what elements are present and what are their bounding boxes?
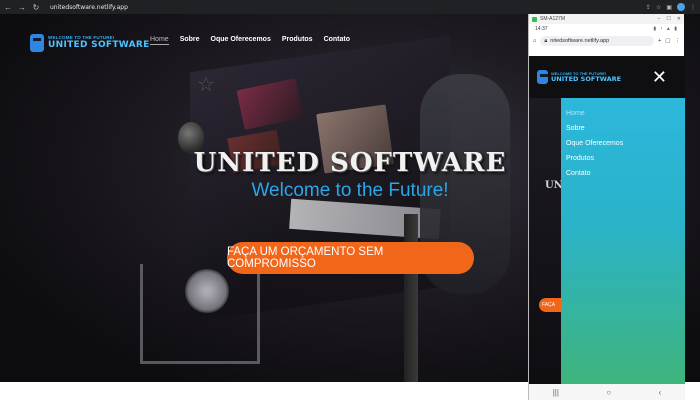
- phone-address-bar[interactable]: 🔒︎ nitedsoftware.netlify.app: [540, 36, 655, 46]
- phone-screen: WELCOME TO THE FUTURE! UNITED SOFTWARE ✕…: [529, 56, 685, 384]
- phone-clock: 14:37: [535, 26, 548, 32]
- extensions-icon[interactable]: ▣: [666, 4, 672, 11]
- mobile-nav-drawer: Home Sobre Oque Oferecemos Produtos Cont…: [561, 98, 685, 384]
- home-button-icon[interactable]: ○: [606, 388, 611, 397]
- back-icon[interactable]: ←: [4, 3, 12, 12]
- phone-tabs-icon[interactable]: ▢: [665, 38, 670, 44]
- mobile-logo-name: UNITED SOFTWARE: [551, 74, 622, 83]
- robot-logo-icon: [537, 70, 548, 84]
- phone-add-tab-icon[interactable]: +: [658, 38, 661, 44]
- back-button-icon[interactable]: ‹: [659, 388, 662, 397]
- android-nav-bar: ||| ○ ‹: [529, 384, 685, 400]
- recents-icon[interactable]: |||: [553, 388, 559, 397]
- drawer-item-home[interactable]: Home: [561, 106, 685, 121]
- phone-emulator-window: SM-A127M – ☐ ✕ 14:37 ▮ ◔ ▲ ▮ ⌂ 🔒︎ niteds…: [528, 14, 685, 400]
- nav-item-oque-oferecemos[interactable]: Oque Oferecemos: [211, 36, 271, 45]
- quote-cta-button[interactable]: FAÇA UM ORÇAMENTO SEM COMPROMISSO: [227, 242, 474, 274]
- maximize-icon[interactable]: ☐: [666, 16, 670, 22]
- star-icon: ☆: [197, 74, 215, 96]
- browser-actions: ⇪ ☆ ▣ ⋮: [646, 3, 696, 11]
- close-window-icon[interactable]: ✕: [677, 16, 681, 22]
- phone-status-bar: 14:37 ▮ ◔ ▲ ▮: [529, 24, 684, 34]
- address-bar[interactable]: unitedsoftware.netlify.app: [50, 4, 128, 11]
- cd-disc-decor: [185, 269, 229, 313]
- browser-toolbar: ← → ↻ unitedsoftware.netlify.app ⇪ ☆ ▣ ⋮: [0, 0, 700, 14]
- nav-item-home[interactable]: Home: [150, 36, 169, 45]
- drawer-item-oque-oferecemos[interactable]: Oque Oferecemos: [561, 136, 685, 151]
- main-nav: Home Sobre Oque Oferecemos Produtos Cont…: [150, 36, 350, 45]
- bookmark-icon[interactable]: ☆: [656, 4, 661, 11]
- nav-item-contato[interactable]: Contato: [324, 36, 350, 45]
- reload-icon[interactable]: ↻: [32, 3, 40, 12]
- status-icons: ▮ ◔ ▲ ▮: [653, 26, 678, 32]
- menu-icon[interactable]: ⋮: [690, 4, 696, 11]
- share-icon[interactable]: ⇪: [646, 4, 651, 11]
- phone-browser-bar: ⌂ 🔒︎ nitedsoftware.netlify.app + ▢ ⋮: [529, 34, 684, 48]
- profile-avatar[interactable]: [677, 3, 685, 11]
- minimize-icon[interactable]: –: [658, 16, 661, 22]
- phone-url-text: nitedsoftware.netlify.app: [550, 38, 610, 44]
- logo-name: UNITED SOFTWARE: [48, 39, 150, 50]
- nav-item-produtos[interactable]: Produtos: [282, 36, 313, 45]
- drawer-item-sobre[interactable]: Sobre: [561, 121, 685, 136]
- drawer-item-contato[interactable]: Contato: [561, 166, 685, 181]
- emulator-app-icon: [532, 16, 537, 22]
- phone-home-icon[interactable]: ⌂: [533, 38, 536, 44]
- close-menu-icon[interactable]: ✕: [652, 68, 667, 86]
- site-logo[interactable]: WELCOME TO THE FUTURE! UNITED SOFTWARE: [30, 34, 150, 52]
- emulator-titlebar: SM-A127M – ☐ ✕: [529, 14, 684, 24]
- forward-icon[interactable]: →: [18, 3, 26, 12]
- hero-decor-pole: [404, 214, 418, 382]
- lock-icon: 🔒︎: [544, 37, 548, 44]
- phone-menu-icon[interactable]: ⋮: [675, 38, 681, 44]
- mobile-logo[interactable]: WELCOME TO THE FUTURE! UNITED SOFTWARE: [551, 71, 622, 83]
- mobile-hero-peek: UN FAÇA: [529, 98, 565, 384]
- mobile-site-header: WELCOME TO THE FUTURE! UNITED SOFTWARE ✕: [529, 56, 685, 98]
- robot-logo-icon: [30, 34, 44, 52]
- nav-item-sobre[interactable]: Sobre: [180, 36, 200, 45]
- emulator-title: SM-A127M: [540, 16, 566, 22]
- drawer-item-produtos[interactable]: Produtos: [561, 151, 685, 166]
